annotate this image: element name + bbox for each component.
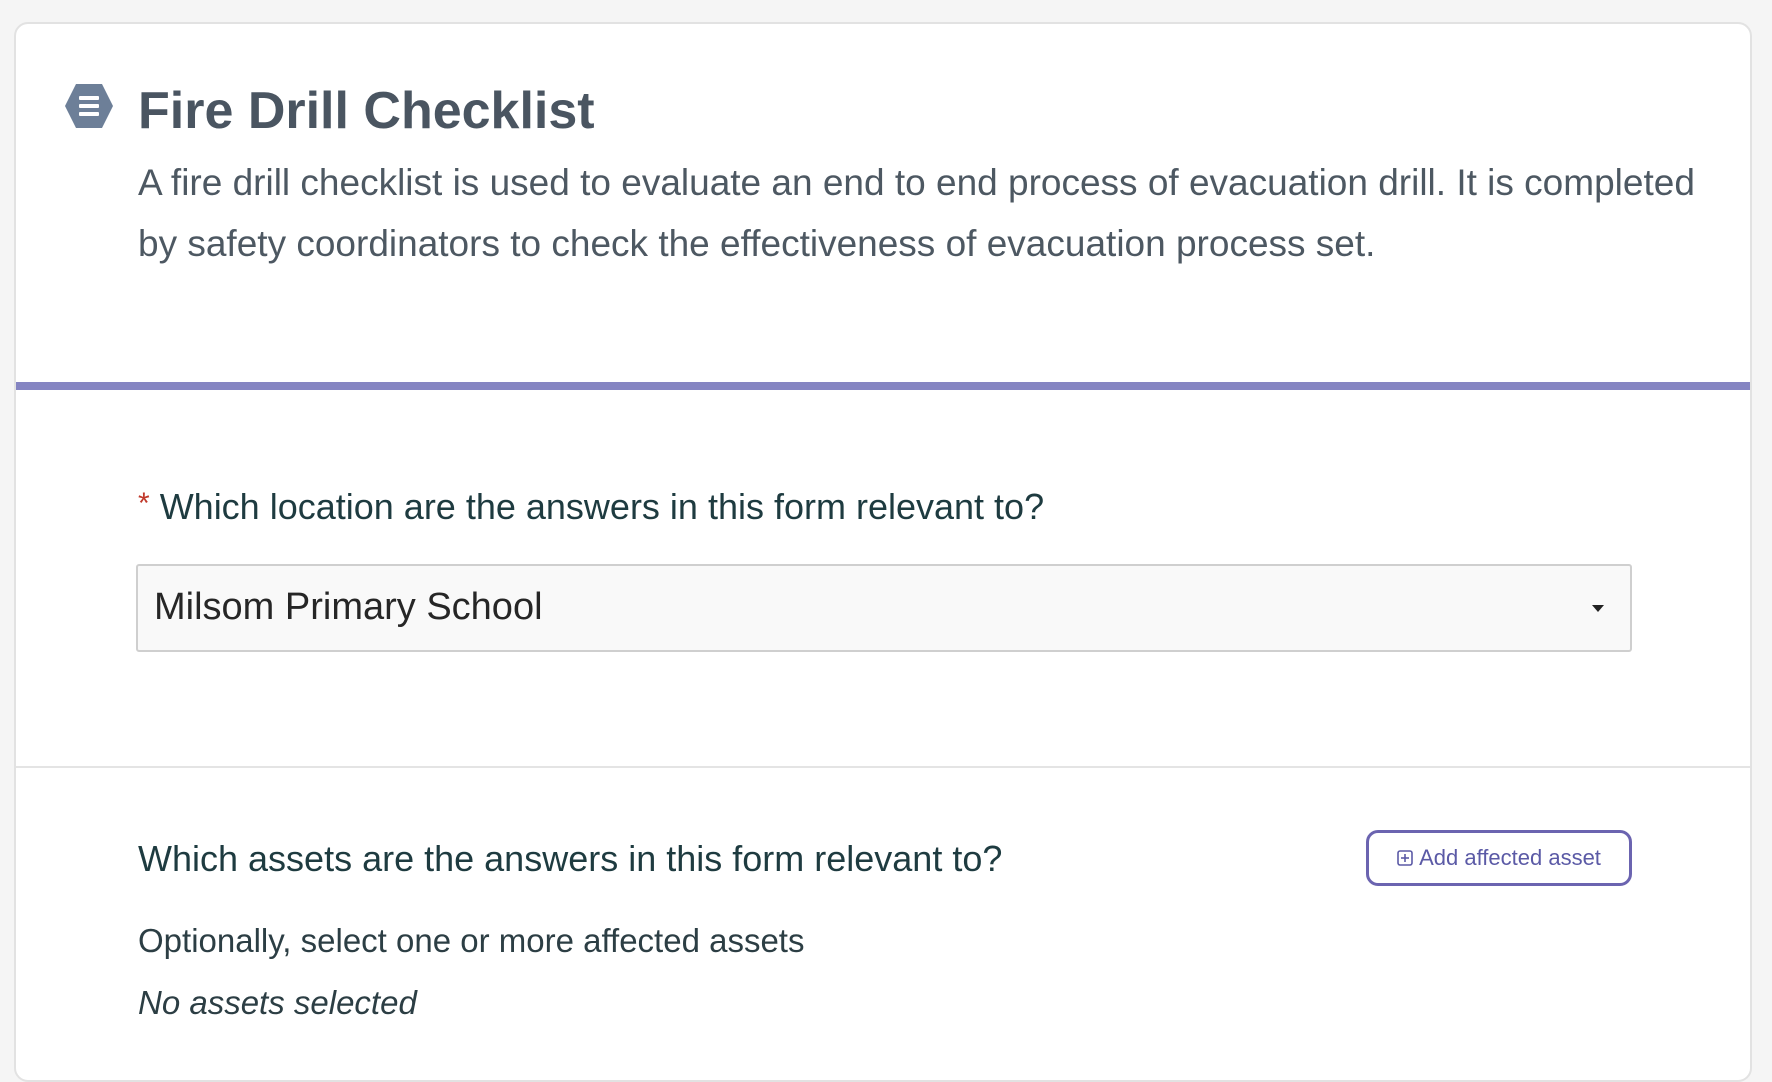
location-select-value: Milsom Primary School — [154, 586, 543, 628]
location-question: * Which location are the answers in this … — [138, 486, 1044, 528]
assets-empty-state: No assets selected — [138, 984, 417, 1021]
plus-square-icon — [1397, 850, 1413, 866]
add-affected-asset-button[interactable]: Add affected asset — [1366, 830, 1632, 886]
page-title: Fire Drill Checklist — [138, 82, 595, 140]
form-header: Fire Drill Checklist A fire drill checkl… — [16, 24, 1750, 384]
form-card: Fire Drill Checklist A fire drill checkl… — [14, 22, 1752, 1082]
assets-section: Which assets are the answers in this for… — [16, 766, 1750, 1080]
location-select[interactable]: Milsom Primary School — [136, 564, 1632, 652]
caret-down-icon[interactable] — [1592, 605, 1604, 612]
assets-help-text: Optionally, select one or more affected … — [138, 922, 805, 959]
add-affected-asset-label: Add affected asset — [1419, 845, 1601, 870]
form-description: A fire drill checklist is used to evalua… — [138, 162, 1695, 264]
location-section: * Which location are the answers in this … — [16, 390, 1750, 768]
location-question-label: Which location are the answers in this f… — [159, 486, 1045, 527]
assets-question: Which assets are the answers in this for… — [138, 838, 1003, 879]
form-list-icon — [65, 84, 113, 128]
required-indicator: * — [138, 487, 150, 520]
header-divider — [16, 382, 1750, 390]
